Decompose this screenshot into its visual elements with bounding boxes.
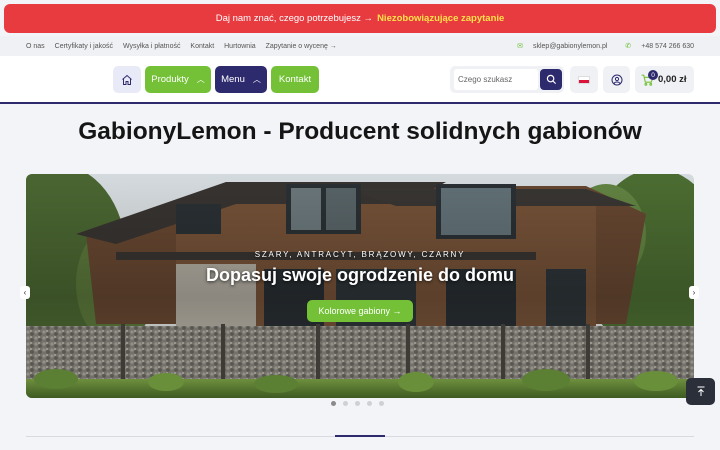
hero-title: Dopasuj swoje ogrodzenie do domu [205, 265, 514, 285]
top-link-about[interactable]: O nas [26, 43, 45, 50]
cart-button[interactable]: 0 0,00 zł [635, 66, 694, 93]
top-link-contact[interactable]: Kontakt [190, 43, 214, 50]
poland-flag-icon [578, 75, 590, 84]
slider-prev-button[interactable]: ‹ [20, 286, 30, 299]
chevron-right-icon: › [692, 288, 696, 297]
scroll-to-top-button[interactable] [686, 378, 715, 405]
menu-label: Menu [221, 74, 245, 85]
top-link-wholesale[interactable]: Hurtownia [224, 43, 256, 50]
hero-cta-button[interactable]: Kolorowe gabiony → [307, 300, 413, 322]
slider-dot-3[interactable] [355, 401, 360, 406]
promo-banner[interactable]: Daj nam znać, czego potrzebujesz → Niezo… [4, 4, 716, 33]
top-links: O nas Certyfikaty i jakość Wysyłka i pła… [26, 43, 345, 50]
top-link-certificates[interactable]: Certyfikaty i jakość [55, 43, 113, 50]
menu-button[interactable]: Menu ︿ [215, 66, 267, 93]
language-switcher[interactable] [570, 66, 598, 93]
account-button[interactable] [603, 66, 630, 93]
phone-link[interactable]: ✆ +48 574 266 630 [617, 43, 694, 50]
slider-dot-1[interactable] [331, 401, 336, 406]
slider-dot-5[interactable] [379, 401, 384, 406]
products-label: Produkty [151, 74, 189, 85]
slider-dot-2[interactable] [343, 401, 348, 406]
slider-next-button[interactable]: › [689, 286, 699, 299]
email-link[interactable]: ✉ sklep@gabionylemon.pl [509, 43, 607, 50]
contact-label: Kontakt [278, 74, 312, 85]
chevron-left-icon: ‹ [23, 288, 27, 297]
cart-count-badge: 0 [648, 70, 658, 80]
hero-slider: SZARY, ANTRACYT, BRĄZOWY, CZARNY Dopasuj… [26, 174, 694, 398]
slider-dots [331, 401, 391, 406]
cart-total: 0,00 zł [658, 74, 687, 85]
section-divider-accent [335, 435, 385, 437]
top-contact: ✉ sklep@gabionylemon.pl ✆ +48 574 266 630 [501, 42, 694, 50]
search-input[interactable] [454, 69, 538, 90]
arrow-up-icon [697, 386, 704, 396]
chevron-up-icon: ︿ [196, 75, 205, 84]
promo-text: Daj nam znać, czego potrzebujesz → [215, 13, 374, 24]
phone-text: +48 574 266 630 [641, 43, 694, 50]
header-divider [0, 102, 720, 104]
promo-cta-link[interactable]: Niezobowiązujące zapytanie [377, 13, 504, 24]
products-menu-button[interactable]: Produkty ︿ [145, 66, 211, 93]
contact-button[interactable]: Kontakt [271, 66, 319, 93]
home-button[interactable] [113, 66, 141, 93]
section-divider [26, 435, 694, 437]
hero-subtitle: SZARY, ANTRACYT, BRĄZOWY, CZARNY [254, 250, 466, 259]
mail-icon: ✉ [517, 43, 523, 50]
main-header: Produkty ︿ Menu ︿ Kontakt 0 0,00 zł [0, 56, 720, 102]
home-icon [122, 74, 132, 85]
top-link-shipping[interactable]: Wysyłka i płatność [123, 43, 181, 50]
search-icon [546, 74, 556, 85]
slider-dot-4[interactable] [367, 401, 372, 406]
top-link-quote[interactable]: Zapytanie o wycenę → [266, 43, 337, 50]
user-icon [611, 74, 622, 85]
email-text: sklep@gabionylemon.pl [532, 43, 608, 50]
search-button[interactable] [540, 69, 562, 90]
phone-icon: ✆ [625, 43, 632, 50]
chevron-up-icon: ︿ [252, 75, 261, 84]
page-title: GabionyLemon - Producent solidnych gabio… [78, 118, 642, 145]
search-box [450, 66, 564, 93]
top-utility-bar: O nas Certyfikaty i jakość Wysyłka i pła… [0, 36, 720, 56]
hero-image [26, 174, 694, 398]
